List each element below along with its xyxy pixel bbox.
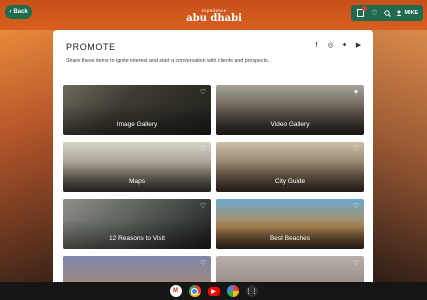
tile-12-reasons[interactable]: ♡ 12 Reasons to Visit <box>63 199 211 249</box>
heart-icon[interactable]: ♡ <box>352 260 360 268</box>
tile-image-gallery[interactable]: ♡ Image Gallery <box>63 85 211 135</box>
tile-maps[interactable]: ♡ Maps <box>63 142 211 192</box>
top-toolbar: ♡ MIKE <box>351 5 423 21</box>
launcher-icon[interactable]: ⋮⋮ <box>245 285 258 297</box>
chevron-left-icon: ‹ <box>9 9 12 15</box>
tile-label: City Guide <box>274 178 306 185</box>
gmail-icon[interactable]: M <box>169 285 182 297</box>
twitter-icon[interactable]: ✦ <box>341 42 348 50</box>
tile-label: Video Gallery <box>270 121 310 128</box>
heart-icon[interactable]: ♥ <box>352 89 360 97</box>
tile-shade <box>216 105 364 135</box>
back-label: Back <box>13 9 28 15</box>
notifications-button[interactable] <box>356 6 367 18</box>
os-taskbar: M ▶ ⋮⋮ <box>0 282 427 300</box>
favorites-button[interactable]: ♡ <box>369 8 379 18</box>
tile-label: Best Beaches <box>269 235 311 242</box>
tile-row4-left[interactable]: ♡ <box>63 256 211 282</box>
social-links: f ◎ ✦ ▶ <box>313 42 362 50</box>
heart-icon[interactable]: ♡ <box>199 146 207 154</box>
search-icon <box>384 9 392 17</box>
back-button[interactable]: ‹ Back <box>5 5 32 19</box>
user-icon <box>396 10 402 16</box>
panel-header: PROMOTE Share these items to ignite inte… <box>66 42 362 64</box>
experience-abu-dhabi-logo[interactable]: experience abu dhabi <box>180 8 248 24</box>
facebook-icon[interactable]: f <box>313 42 320 50</box>
heart-icon[interactable]: ♡ <box>352 146 360 154</box>
tile-shade <box>216 219 364 249</box>
logo-big-text: abu dhabi <box>186 13 242 24</box>
tile-shade <box>63 219 211 249</box>
tile-label: Maps <box>129 178 145 185</box>
heart-icon: ♡ <box>371 10 378 17</box>
youtube-icon[interactable]: ▶ <box>207 286 220 296</box>
heart-icon[interactable]: ♡ <box>199 89 207 97</box>
instagram-icon[interactable]: ◎ <box>327 42 334 50</box>
tile-label: Image Gallery <box>116 121 158 128</box>
tile-label: 12 Reasons to Visit <box>109 235 165 242</box>
tile-shade <box>63 162 211 192</box>
desert-dune-left <box>0 30 60 282</box>
tile-shade <box>216 162 364 192</box>
desert-dune-right <box>367 30 427 282</box>
chrome-icon[interactable] <box>188 285 201 297</box>
photos-icon[interactable] <box>226 285 239 297</box>
promote-panel: PROMOTE Share these items to ignite inte… <box>53 30 373 282</box>
heart-icon[interactable]: ♡ <box>352 203 360 211</box>
tile-city-guide[interactable]: ♡ City Guide <box>216 142 364 192</box>
tile-best-beaches[interactable]: ♡ Best Beaches <box>216 199 364 249</box>
user-menu[interactable]: MIKE <box>396 10 418 16</box>
youtube-icon[interactable]: ▶ <box>355 42 362 50</box>
tile-shade <box>63 105 211 135</box>
tile-video-gallery[interactable]: ♥ Video Gallery <box>216 85 364 135</box>
heart-icon[interactable]: ♡ <box>199 260 207 268</box>
heart-icon[interactable]: ♡ <box>199 203 207 211</box>
tile-row4-right[interactable]: ♡ <box>216 256 364 282</box>
notification-badge <box>361 6 367 11</box>
user-name: MIKE <box>404 10 419 16</box>
panel-description: Share these items to ignite interest and… <box>66 58 270 64</box>
search-button[interactable] <box>383 8 393 18</box>
